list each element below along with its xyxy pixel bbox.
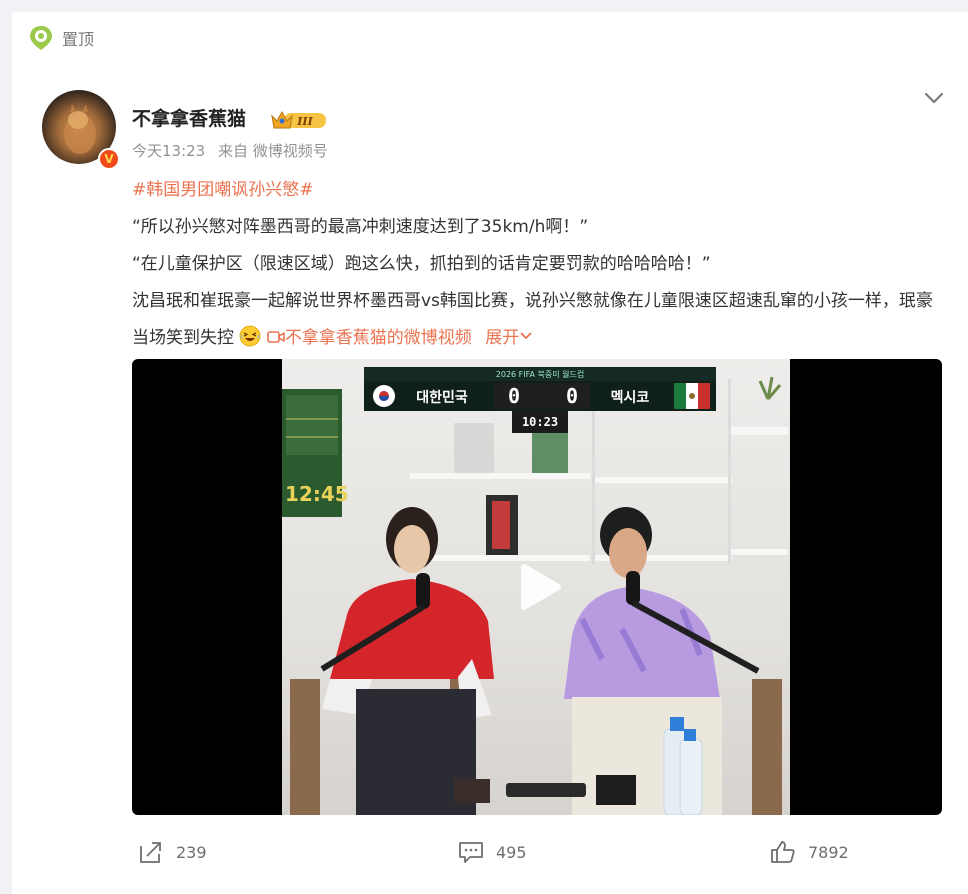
post-line-2: “在儿童保护区（限速区域）跑这么快，抓拍到的话肯定要罚款的哈哈哈哈！” xyxy=(132,254,711,274)
svg-text:0: 0 xyxy=(566,384,578,408)
comment-icon xyxy=(459,842,483,863)
chevron-down-icon[interactable] xyxy=(920,84,948,112)
svg-text:대한민국: 대한민국 xyxy=(416,389,468,406)
like-icon xyxy=(771,841,795,863)
svg-text:III: III xyxy=(296,115,313,128)
weibo-post-card: 置顶 V 不拿拿香蕉猫 III 今天13:23 来自 微博视频号 #韩国男团嘲讽… xyxy=(12,12,968,894)
laughing-emoji-icon xyxy=(240,325,261,347)
author-name[interactable]: 不拿拿香蕉猫 xyxy=(132,104,246,131)
post-line-3: 沈昌珉和崔珉豪一起解说世界杯墨西哥vs韩国比赛，说孙兴慜就像在儿童限速区超速乱窜… xyxy=(132,283,947,357)
post-body: #韩国男团嘲讽孙兴慜# “所以孙兴慜对阵墨西哥的最高冲刺速度达到了35km/h啊… xyxy=(132,172,947,357)
repost-count: 239 xyxy=(176,842,207,862)
comment-button[interactable]: 495 xyxy=(458,840,527,864)
crown-badge-icon[interactable]: III xyxy=(270,108,328,136)
svg-text:12:45: 12:45 xyxy=(285,482,349,506)
like-count: 7892 xyxy=(808,842,849,862)
expand-label[interactable]: 展开 xyxy=(485,328,519,348)
expand-button[interactable]: 展开 xyxy=(485,328,533,348)
verified-v-icon: V xyxy=(98,148,120,170)
svg-text:2026 FIFA 북중미 월드컵: 2026 FIFA 북중미 월드컵 xyxy=(496,369,584,379)
post-actions: 239 495 7892 xyxy=(12,840,968,880)
repost-icon xyxy=(140,842,161,863)
svg-text:10:23: 10:23 xyxy=(522,415,558,429)
video-camera-icon xyxy=(267,331,285,343)
post-line-1: “所以孙兴慜对阵墨西哥的最高冲刺速度达到了35km/h啊！” xyxy=(132,217,589,237)
hashtag-link[interactable]: #韩国男团嘲讽孙兴慜# xyxy=(132,180,314,200)
video-player[interactable]: 12:45 2026 FIFA 북중미 월드컵 대한민국 0 0 멕시코 10:… xyxy=(132,359,942,815)
video-link[interactable]: 不拿拿香蕉猫的微博视频 xyxy=(267,328,477,348)
like-button[interactable]: 7892 xyxy=(770,840,849,864)
post-source[interactable]: 来自 微博视频号 xyxy=(218,142,328,160)
post-time[interactable]: 今天13:23 xyxy=(132,142,205,160)
post-meta: 今天13:23 来自 微博视频号 xyxy=(132,140,336,161)
pinned-indicator: 置顶 xyxy=(28,24,94,52)
play-icon[interactable] xyxy=(510,559,566,615)
svg-text:멕시코: 멕시코 xyxy=(611,389,650,406)
pinned-label: 置顶 xyxy=(62,30,95,49)
comment-count: 495 xyxy=(496,842,527,862)
svg-text:0: 0 xyxy=(508,384,520,408)
chevron-down-small-icon xyxy=(520,332,532,340)
video-link-text[interactable]: 不拿拿香蕉猫的微博视频 xyxy=(285,328,472,348)
repost-button[interactable]: 239 xyxy=(138,840,207,864)
author-avatar[interactable]: V xyxy=(42,90,120,170)
pin-icon xyxy=(30,26,52,50)
